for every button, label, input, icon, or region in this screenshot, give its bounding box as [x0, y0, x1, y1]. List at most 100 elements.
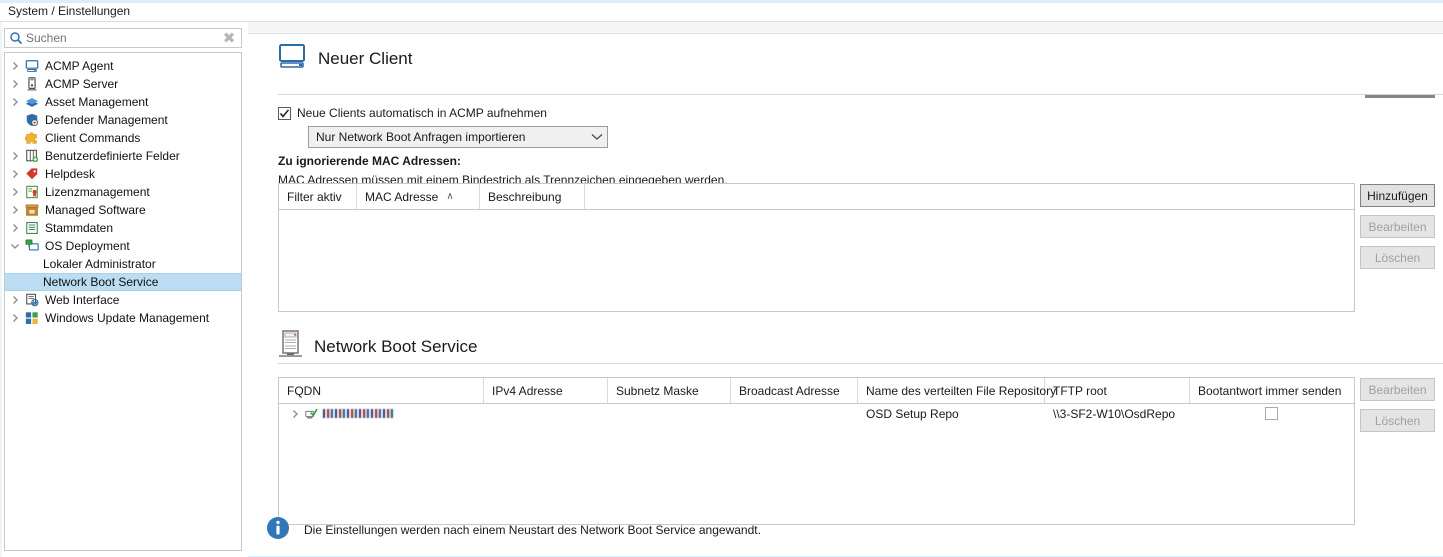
sidebar-item-managed-software[interactable]: Managed Software	[5, 201, 241, 219]
nbs-grid-column-header[interactable]: FQDN	[279, 378, 484, 403]
chevron-right-icon[interactable]	[7, 169, 23, 179]
mac-section-heading: Zu ignorierende MAC Adressen:	[278, 154, 461, 168]
sidebar-item-label: Windows Update Management	[45, 311, 210, 325]
mac-grid-column-header[interactable]: Beschreibung	[480, 184, 585, 209]
chevron-down-icon[interactable]	[7, 241, 23, 251]
sidebar-item-label: ACMP Agent	[45, 59, 114, 73]
new-client-section-header: Neuer Client	[278, 44, 413, 73]
mac-grid-column-header[interactable]: Filter aktiv	[279, 184, 357, 209]
column-header-label: MAC Adresse	[365, 189, 439, 204]
nbs-grid-column-header[interactable]: Broadcast Adresse	[731, 378, 858, 403]
sidebar-item-benutzerdefinierte-felder[interactable]: Benutzerdefinierte Felder	[5, 147, 241, 165]
nbs-grid[interactable]: FQDN IPv4 Adresse Subnetz Maske Broadcast A…	[278, 377, 1355, 525]
sidebar-item-os-deployment[interactable]: OS Deployment	[5, 237, 241, 255]
nbs-grid-body[interactable]: OSD Setup Repo \\3-SF2-W10\OsdRepo	[279, 404, 1354, 423]
main-content: Neuer Client Neue Clients automatisch in…	[248, 22, 1443, 557]
mac-grid-column-header[interactable]	[585, 184, 1354, 209]
check-status-icon	[303, 407, 319, 421]
tag-icon	[23, 167, 41, 181]
columns-add-icon	[23, 149, 41, 163]
window-title: System / Einstellungen	[8, 3, 131, 18]
sidebar-item-network-boot-service[interactable]: Network Boot Service	[5, 273, 241, 291]
always-send-boot-reply-cell[interactable]	[1190, 404, 1353, 423]
import-mode-value: Nur Network Boot Anfragen importieren	[316, 130, 526, 144]
auto-import-checkbox-row[interactable]: Neue Clients automatisch in ACMP aufnehm…	[278, 106, 547, 120]
sidebar-item-defender-management[interactable]: Defender Management	[5, 111, 241, 129]
sidebar-item-label: Defender Management	[45, 113, 168, 127]
sidebar-item-label: Client Commands	[45, 131, 141, 145]
ipv4-cell	[484, 404, 608, 423]
auto-import-checkbox[interactable]	[278, 106, 291, 120]
sidebar-left-edge	[0, 22, 2, 557]
info-text: Die Einstellungen werden nach einem Neus…	[304, 522, 761, 537]
mac-filter-grid[interactable]: Filter aktiv MAC Adresse ∧ Beschreibung	[278, 183, 1355, 312]
sidebar-item-label: Lizenzmanagement	[45, 185, 150, 199]
sidebar-item-label: Stammdaten	[45, 221, 114, 235]
clear-icon[interactable]: ✖	[220, 29, 238, 47]
settings-sidebar: ✖ ACMP Agent ACMP Server Asset Management D…	[0, 22, 247, 557]
chevron-right-icon[interactable]	[7, 223, 23, 233]
nbs-grid-header[interactable]: FQDN IPv4 Adresse Subnetz Maske Broadcast A…	[279, 378, 1354, 404]
sidebar-search-box[interactable]: ✖	[4, 28, 242, 48]
sidebar-item-acmp-agent[interactable]: ACMP Agent	[5, 57, 241, 75]
chevron-right-icon[interactable]	[7, 295, 23, 305]
chevron-right-icon[interactable]	[287, 409, 303, 419]
chevron-right-icon[interactable]	[7, 205, 23, 215]
column-header-label: Subnetz Maske	[616, 383, 699, 398]
sidebar-item-stammdaten[interactable]: Stammdaten	[5, 219, 241, 237]
nbs-rule	[278, 363, 1443, 364]
sidebar-item-web-interface[interactable]: Web Interface	[5, 291, 241, 309]
chevron-right-icon[interactable]	[7, 61, 23, 71]
column-header-label: Name des verteilten File Repository	[866, 383, 1057, 398]
new-client-rule	[278, 94, 1443, 95]
chevron-right-icon[interactable]	[7, 187, 23, 197]
sidebar-item-lizenzmanagement[interactable]: Lizenzmanagement	[5, 183, 241, 201]
content-top-strip	[248, 22, 1443, 34]
mac-hinzuf-gen-button[interactable]: Hinzufügen	[1360, 184, 1435, 207]
nbs-grid-column-header[interactable]: IPv4 Adresse	[484, 378, 608, 403]
fqdn-cell[interactable]	[279, 404, 484, 423]
settings-tree[interactable]: ACMP Agent ACMP Server Asset Management Def…	[4, 52, 242, 551]
web-icon	[23, 293, 41, 307]
update-icon	[23, 311, 41, 325]
chevron-down-icon	[587, 133, 607, 141]
chevron-right-icon[interactable]	[7, 313, 23, 323]
sidebar-item-lokaler-administrator[interactable]: Lokaler Administrator	[5, 255, 241, 273]
nbs-grid-column-header[interactable]: Bootantwort immer senden	[1190, 378, 1353, 403]
sidebar-item-client-commands[interactable]: Client Commands	[5, 129, 241, 147]
mac-grid-buttons[interactable]: Hinzufügen Bearbeiten Löschen	[1360, 184, 1435, 269]
mac-grid-header[interactable]: Filter aktiv MAC Adresse ∧ Beschreibung	[279, 184, 1354, 210]
import-mode-dropdown[interactable]: Nur Network Boot Anfragen importieren	[308, 126, 608, 148]
nbs-grid-column-header[interactable]: TFTP root	[1045, 378, 1190, 403]
chevron-right-icon[interactable]	[7, 79, 23, 89]
nbs-section-header: Network Boot Service	[278, 330, 477, 363]
nbs-grid-buttons[interactable]: Bearbeiten Löschen	[1360, 378, 1435, 432]
column-header-label: Bootantwort immer senden	[1198, 383, 1342, 398]
package-icon	[23, 203, 41, 217]
mac-bearbeiten-button: Bearbeiten	[1360, 215, 1435, 238]
nbs-grid-column-header[interactable]: Name des verteilten File Repository	[858, 378, 1056, 403]
nbs-grid-column-header[interactable]: Subnetz Maske	[608, 378, 731, 403]
chevron-right-icon[interactable]	[7, 151, 23, 161]
mac-grid-column-header[interactable]: MAC Adresse ∧	[357, 184, 480, 209]
new-client-title: Neuer Client	[318, 48, 413, 68]
table-row[interactable]: OSD Setup Repo \\3-SF2-W10\OsdRepo	[279, 404, 1354, 423]
window-titlebar: System / Einstellungen	[0, 0, 1443, 22]
sidebar-item-label: OS Deployment	[45, 239, 130, 253]
sidebar-item-asset-management[interactable]: Asset Management	[5, 93, 241, 111]
info-icon	[266, 516, 290, 543]
chevron-right-icon[interactable]	[7, 97, 23, 107]
repository-cell: OSD Setup Repo	[866, 406, 959, 421]
sidebar-item-helpdesk[interactable]: Helpdesk	[5, 165, 241, 183]
sidebar-item-label: ACMP Server	[45, 77, 119, 91]
monitor-icon	[278, 44, 308, 73]
column-header-label: TFTP root	[1053, 383, 1107, 398]
list-icon	[23, 221, 41, 235]
tftp-root-cell: \\3-SF2-W10\OsdRepo	[1053, 406, 1176, 421]
sidebar-item-acmp-server[interactable]: ACMP Server	[5, 75, 241, 93]
search-input[interactable]	[23, 30, 220, 46]
sidebar-item-windows-update-management[interactable]: Windows Update Management	[5, 309, 241, 327]
info-bar: Die Einstellungen werden nach einem Neus…	[266, 516, 1443, 543]
sidebar-item-label: Network Boot Service	[43, 275, 159, 289]
always-send-boot-reply-checkbox[interactable]	[1265, 407, 1278, 420]
